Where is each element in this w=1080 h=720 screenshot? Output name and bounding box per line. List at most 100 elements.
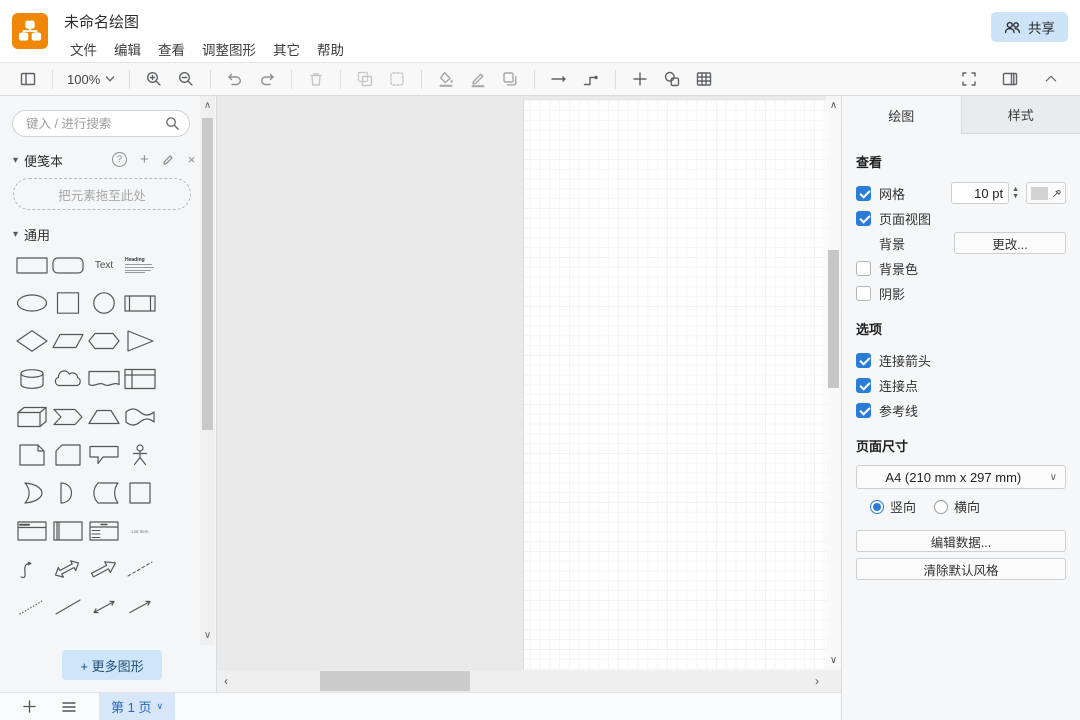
shape-directional-connector[interactable] [122,588,158,626]
shape-container[interactable] [122,474,158,512]
grid-size-stepper[interactable]: ▲▼ [1012,187,1019,200]
canvas-horizontal-scrollbar[interactable]: ‹ › [217,670,841,692]
shape-actor[interactable] [122,436,158,474]
shape-curve[interactable] [14,550,50,588]
canvas-vscroll-thumb[interactable] [828,250,839,388]
zoom-dropdown[interactable]: 100% [63,72,119,87]
grid-color-button[interactable] [1026,182,1066,204]
grid-size-input[interactable]: 10 pt [951,182,1009,204]
shape-diamond[interactable] [14,322,50,360]
sidebar-toggle-icon[interactable] [16,66,40,92]
canvas-page[interactable] [523,100,841,670]
pages-menu-icon[interactable] [61,700,77,714]
scroll-down-icon[interactable]: ∨ [826,655,841,666]
shape-card[interactable] [50,436,86,474]
scroll-up-icon[interactable]: ∧ [826,100,841,111]
scratchpad-header[interactable]: ▾ 便笺本 [13,151,63,170]
scratchpad-dropzone[interactable]: 把元素拖至此处 [13,178,191,210]
shape-cloud[interactable] [50,360,86,398]
landscape-option[interactable]: 横向 [934,497,980,516]
clear-default-style-button[interactable]: 清除默认风格 [856,558,1066,580]
sidebar-scrollbar[interactable]: ∧ ∨ [200,96,215,645]
shape-link[interactable] [50,626,86,638]
add-to-scratchpad-icon[interactable]: + [140,153,149,166]
scroll-left-icon[interactable]: ‹ [224,670,228,692]
shape-arrow[interactable] [86,550,122,588]
help-icon[interactable]: ? [112,152,127,167]
canvas-hscroll-thumb[interactable] [320,671,470,691]
page-view-checkbox[interactable] [856,211,871,226]
insert-shape-icon[interactable] [660,66,684,92]
connection-arrow-icon[interactable] [547,66,571,92]
menu-arrange[interactable]: 调整图形 [202,39,256,59]
shape-dashed-line[interactable] [122,550,158,588]
shape-link-label[interactable] [86,626,122,638]
shape-internal-storage[interactable] [122,360,158,398]
change-background-button[interactable]: 更改... [954,232,1066,254]
background-color-checkbox[interactable] [856,261,871,276]
landscape-radio[interactable] [934,500,948,514]
shape-parallelogram[interactable] [50,322,86,360]
edit-scratchpad-icon[interactable] [162,153,175,166]
menu-edit[interactable]: 编辑 [114,39,141,59]
scroll-down-icon[interactable]: ∨ [200,630,215,642]
page-size-select[interactable]: A4 (210 mm x 297 mm) ∨ [856,465,1066,489]
shadow-checkbox[interactable] [856,286,871,301]
grid-checkbox[interactable] [856,186,871,201]
menu-file[interactable]: 文件 [70,39,97,59]
edit-data-button[interactable]: 编辑数据... [856,530,1066,552]
shape-list-item[interactable]: List Item [122,512,158,550]
menu-view[interactable]: 查看 [158,39,185,59]
shape-textbox[interactable]: Heading [122,246,158,284]
more-shapes-button[interactable]: + 更多图形 [62,650,162,680]
fullscreen-icon[interactable] [957,66,981,92]
redo-icon[interactable] [255,66,279,92]
connection-points-checkbox[interactable] [856,378,871,393]
shape-cube[interactable] [14,398,50,436]
insert-icon[interactable] [628,66,652,92]
sidebar-scrollbar-thumb[interactable] [202,118,213,430]
portrait-option[interactable]: 竖向 [870,497,916,516]
menu-extras[interactable]: 其它 [273,39,300,59]
guides-checkbox[interactable] [856,403,871,418]
collapse-toolbar-icon[interactable] [1039,66,1063,92]
portrait-radio[interactable] [870,500,884,514]
shape-callout[interactable] [86,436,122,474]
shape-and[interactable] [50,474,86,512]
shape-square[interactable] [50,284,86,322]
shape-dotted-line[interactable] [14,588,50,626]
undo-icon[interactable] [223,66,247,92]
page-tab-1[interactable]: 第 1 页 ∨ [99,693,175,720]
stepper-up-icon[interactable]: ▲ [1012,187,1019,193]
shape-link-label-2[interactable] [122,626,158,638]
shape-process[interactable] [122,284,158,322]
menu-help[interactable]: 帮助 [317,39,344,59]
shape-window[interactable] [14,512,50,550]
shape-cylinder[interactable] [14,360,50,398]
format-panel-toggle-icon[interactable] [998,66,1022,92]
stepper-down-icon[interactable]: ▼ [1012,194,1019,200]
shape-bidirectional-arrow[interactable] [50,550,86,588]
shape-rectangle[interactable] [14,246,50,284]
tab-diagram[interactable]: 绘图 [842,96,962,134]
general-section-header[interactable]: ▾ 通用 [13,225,50,244]
zoom-out-icon[interactable] [174,66,198,92]
shape-circle[interactable] [86,284,122,322]
shape-text[interactable]: Text [86,246,122,284]
shape-note[interactable] [14,436,50,474]
shape-or[interactable] [14,474,50,512]
waypoints-icon[interactable] [579,66,603,92]
shape-hexagon[interactable] [86,322,122,360]
close-scratchpad-icon[interactable]: × [188,152,196,167]
zoom-in-icon[interactable] [142,66,166,92]
shape-bidirectional-connector[interactable] [86,588,122,626]
shape-line[interactable] [50,588,86,626]
shape-search-box[interactable] [12,110,190,137]
shape-data-storage[interactable] [86,474,122,512]
shape-step[interactable] [50,398,86,436]
document-title[interactable]: 未命名绘图 [64,11,139,32]
insert-table-icon[interactable] [692,66,716,92]
shape-document[interactable] [86,360,122,398]
shape-ellipse[interactable] [14,284,50,322]
canvas-vertical-scrollbar[interactable]: ∧ ∨ [826,96,841,670]
